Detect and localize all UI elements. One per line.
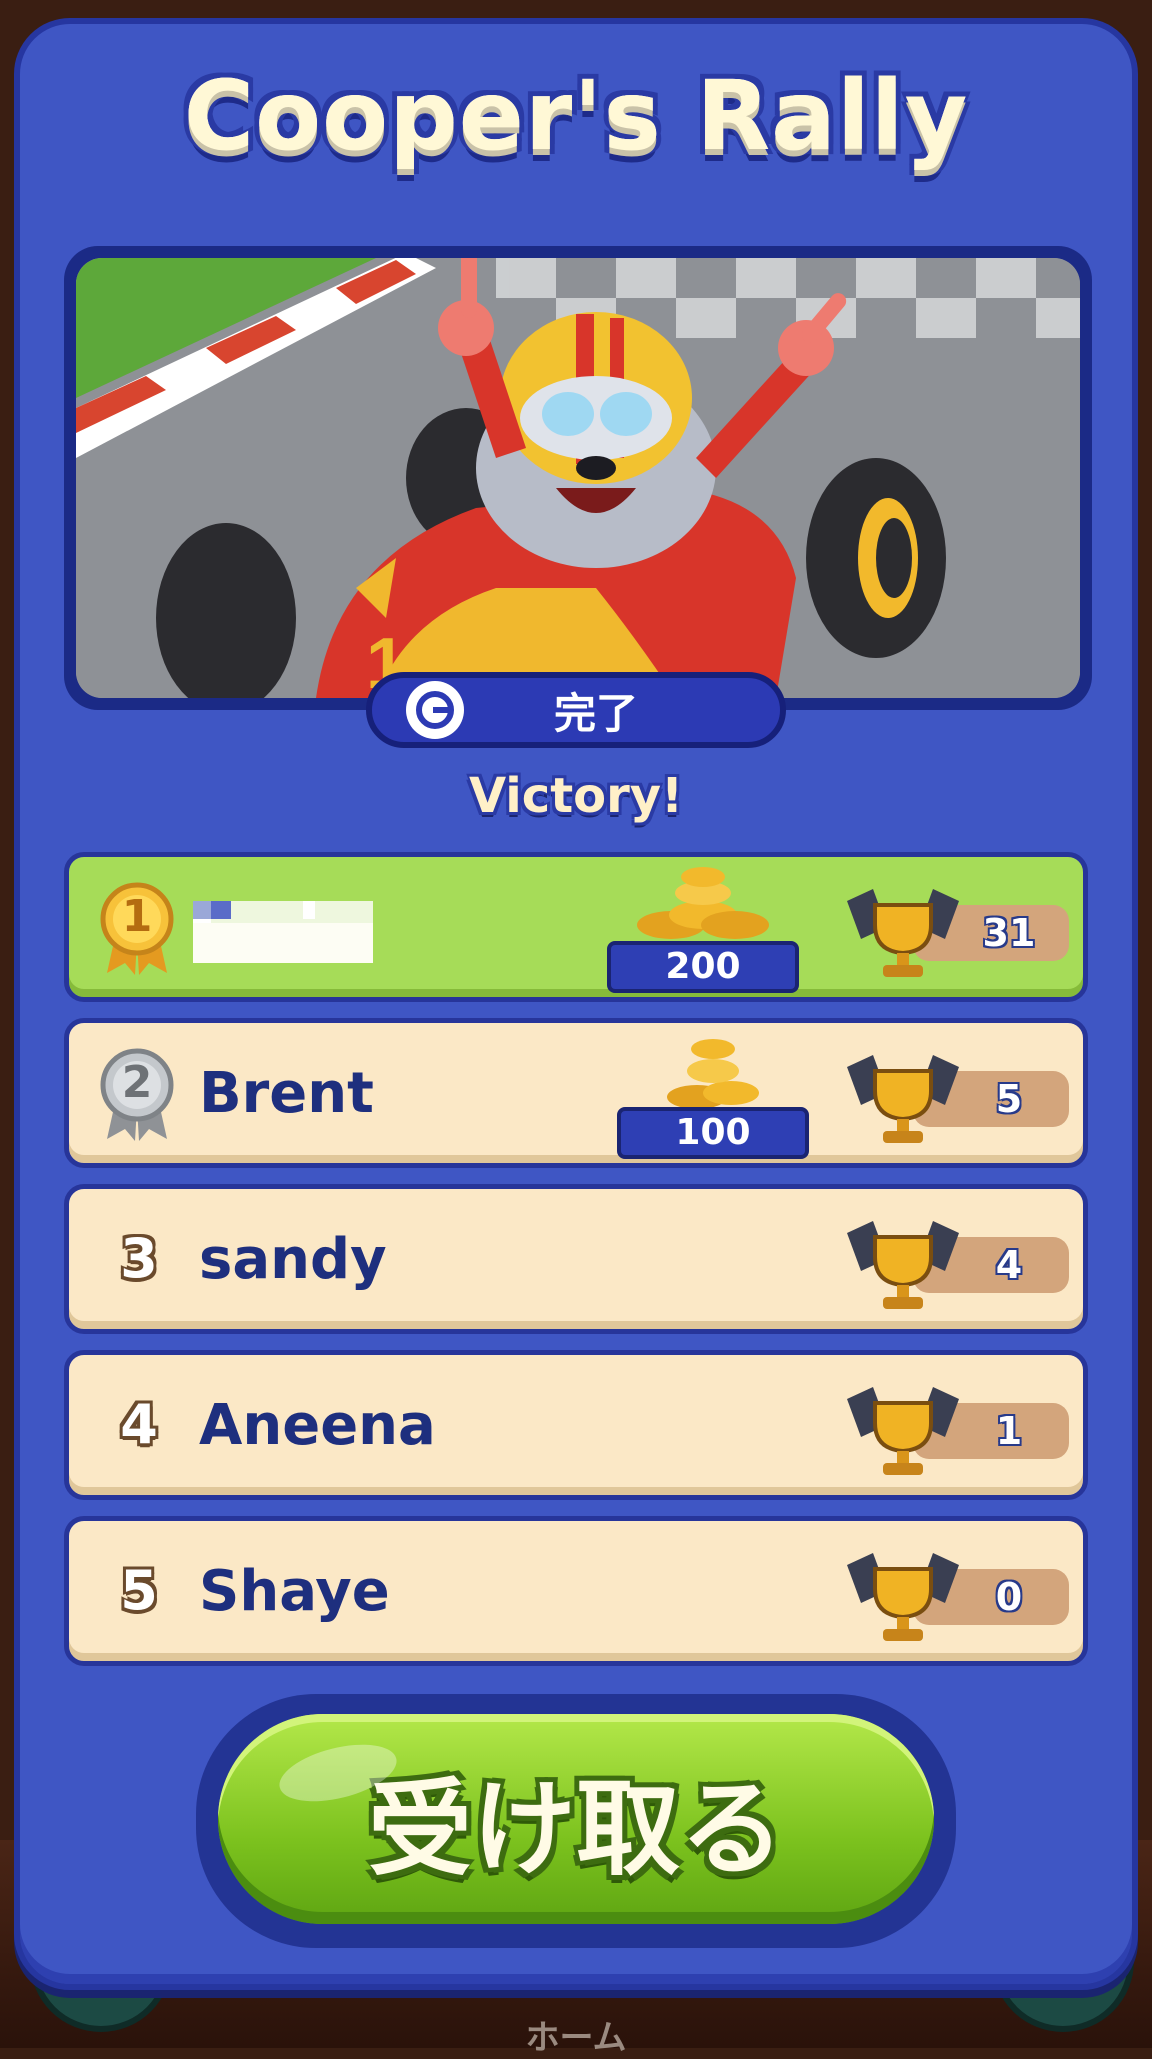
claim-button-label: 受け取る [367,1767,784,1890]
trophy-flags-icon [847,889,959,977]
trophy-score: 1 [843,1379,1073,1479]
rank-number: 4 [120,1393,158,1456]
leaderboard-row-4: 4 Aneena 1 [64,1350,1088,1500]
rank-number: 2 [121,1057,153,1108]
result-text: Victory! [469,768,683,824]
player-name: Shaye [199,1559,390,1624]
coin-stack-icon [667,1039,759,1109]
rank-number: 1 [121,891,153,942]
coin-stack-icon [637,867,769,939]
player-name: Brent [199,1061,374,1126]
event-title: Cooper's Rally [183,60,969,172]
leaderboard-row-2: 2 Brent 100 5 [64,1018,1088,1168]
event-banner-image: 1 [76,258,1080,698]
leaderboard-row-1: 1 200 31 [64,852,1088,1002]
nav-home-label[interactable]: ホーム [470,2010,682,2059]
trophy-flags-icon [847,1387,959,1475]
status-label: 完了 [553,688,638,738]
trophy-flags-icon [847,1553,959,1641]
leaderboard-row-5: 5 Shaye 0 [64,1516,1088,1666]
player-name-obscured [193,901,373,963]
coin-reward: 200 [593,857,813,1007]
player-name: sandy [199,1227,387,1292]
coin-reward-amount: 100 [617,1107,809,1159]
coin-reward-amount: 200 [607,941,799,993]
trophy-flags-icon [847,1221,959,1309]
claim-button-frame: 受け取る [196,1694,956,1948]
rank-number: 5 [120,1559,158,1622]
event-banner-frame: 1 [64,246,1092,710]
trophy-score: 31 [843,881,1073,981]
status-pill: 完了 [366,672,786,748]
claim-button[interactable]: 受け取る [218,1714,934,1924]
trophy-score: 5 [843,1047,1073,1147]
player-name: Aneena [199,1393,436,1458]
race-scene-illustration: 1 [76,258,1080,698]
coin-reward: 100 [603,1023,823,1173]
rank-number: 3 [120,1227,158,1290]
leaderboard-row-3: 3 sandy 4 [64,1184,1088,1334]
trophy-score: 0 [843,1545,1073,1645]
trophy-flags-icon [847,1055,959,1143]
trophy-score: 4 [843,1213,1073,1313]
